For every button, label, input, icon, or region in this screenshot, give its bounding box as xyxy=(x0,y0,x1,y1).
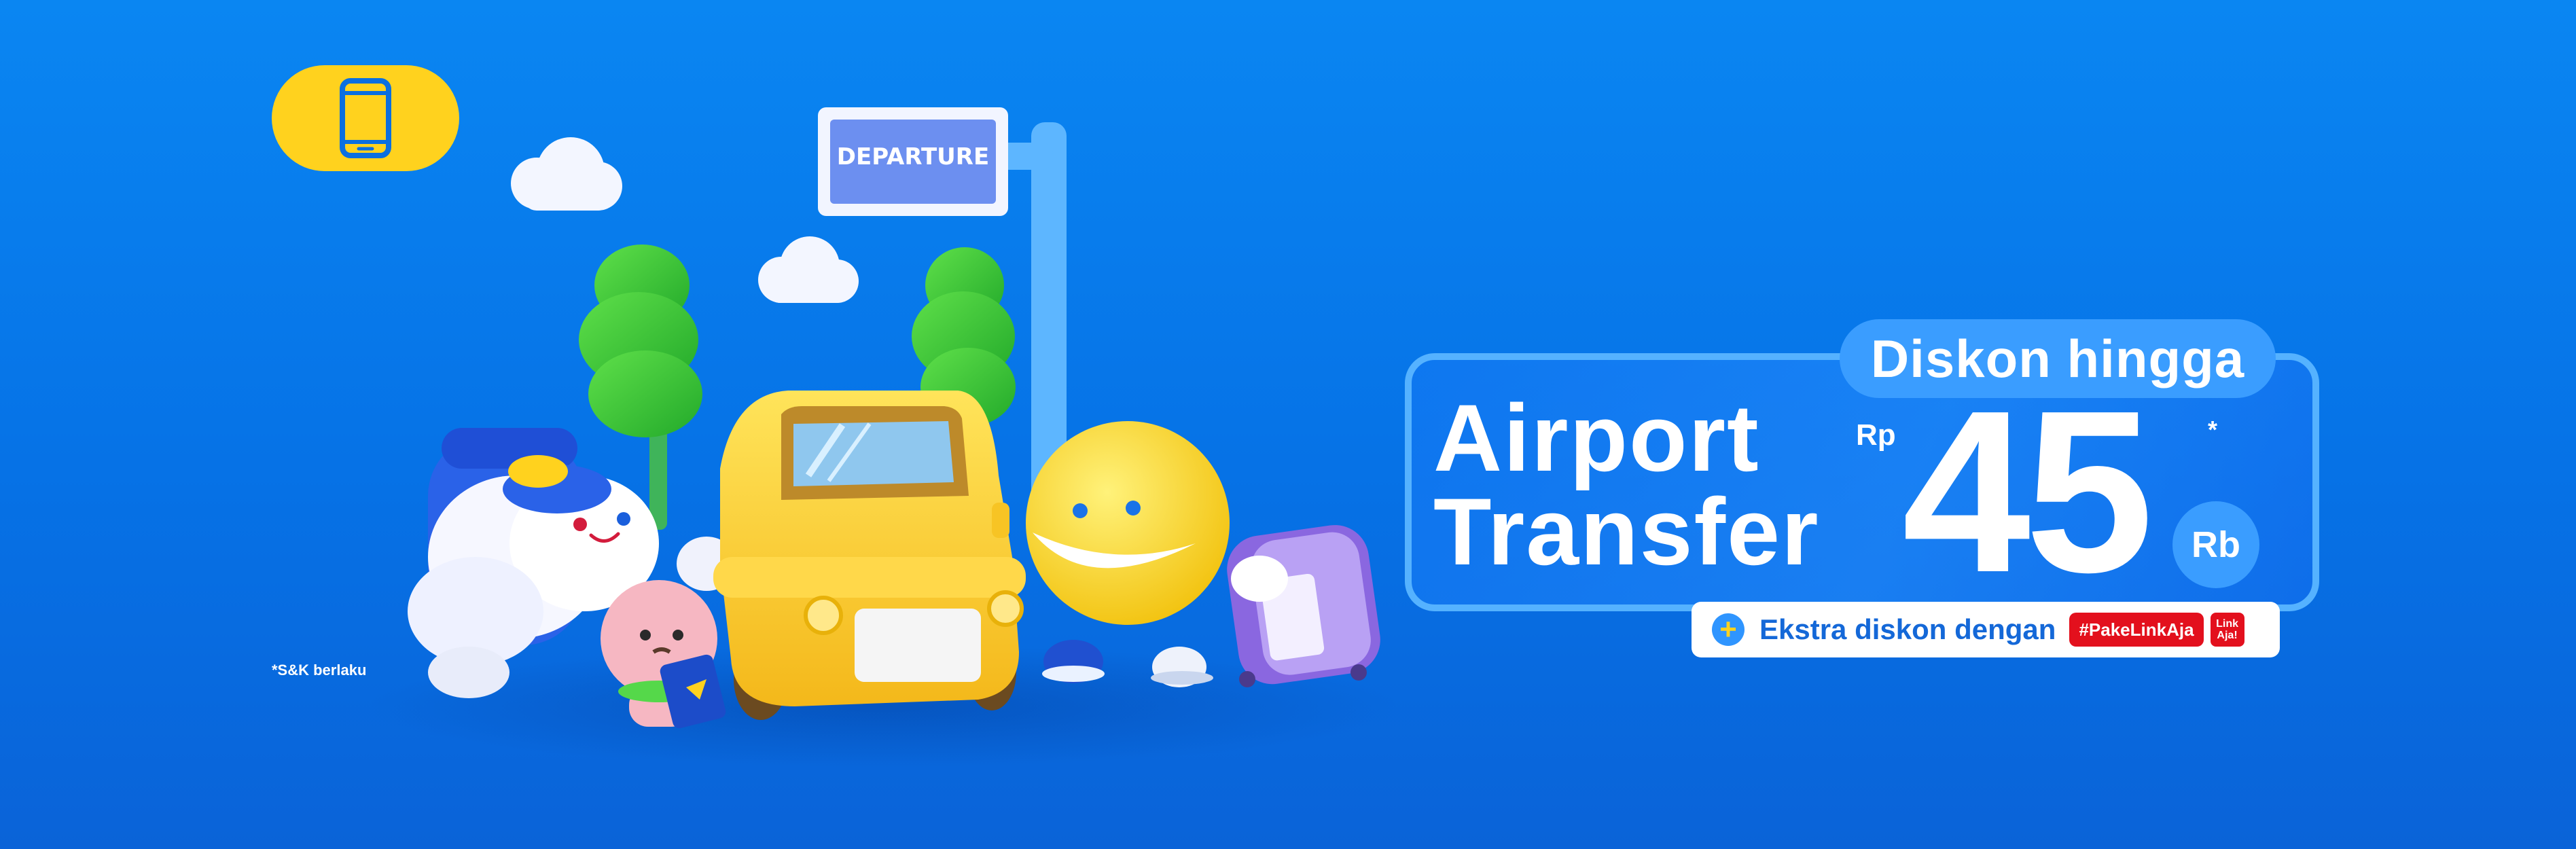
linkaja-logo: Link Aja! xyxy=(2208,611,2246,648)
plus-icon: + xyxy=(1712,613,1745,646)
cloud-left xyxy=(511,137,622,211)
terms-footnote: *S&K berlaku xyxy=(272,662,367,679)
purple-suitcase xyxy=(1227,525,1380,687)
sneaker-right xyxy=(1151,647,1213,687)
title-line-2: Transfer xyxy=(1433,478,1820,585)
hashtag-badge: #PakeLinkAja xyxy=(2069,613,2204,647)
currency-label: Rp xyxy=(1856,418,1896,452)
sign-label: DEPARTURE xyxy=(837,143,989,170)
departure-sign: DEPARTURE xyxy=(818,107,1008,216)
amount-unit-badge: Rb xyxy=(2172,501,2259,588)
sneaker-left xyxy=(1042,640,1105,683)
promo-title: Airport Transfer xyxy=(1433,391,1819,579)
extra-discount-bar: + Ekstra diskon dengan #PakeLinkAja Link… xyxy=(1692,602,2280,657)
cloud-middle xyxy=(758,236,859,303)
smiley-ball xyxy=(1026,421,1230,625)
title-line-1: Airport xyxy=(1433,384,1760,491)
discount-amount: 45 xyxy=(1902,363,2153,621)
asterisk-mark: * xyxy=(2208,416,2218,444)
extra-discount-text: Ekstra diskon dengan xyxy=(1759,613,2056,645)
yellow-car xyxy=(713,391,1026,720)
